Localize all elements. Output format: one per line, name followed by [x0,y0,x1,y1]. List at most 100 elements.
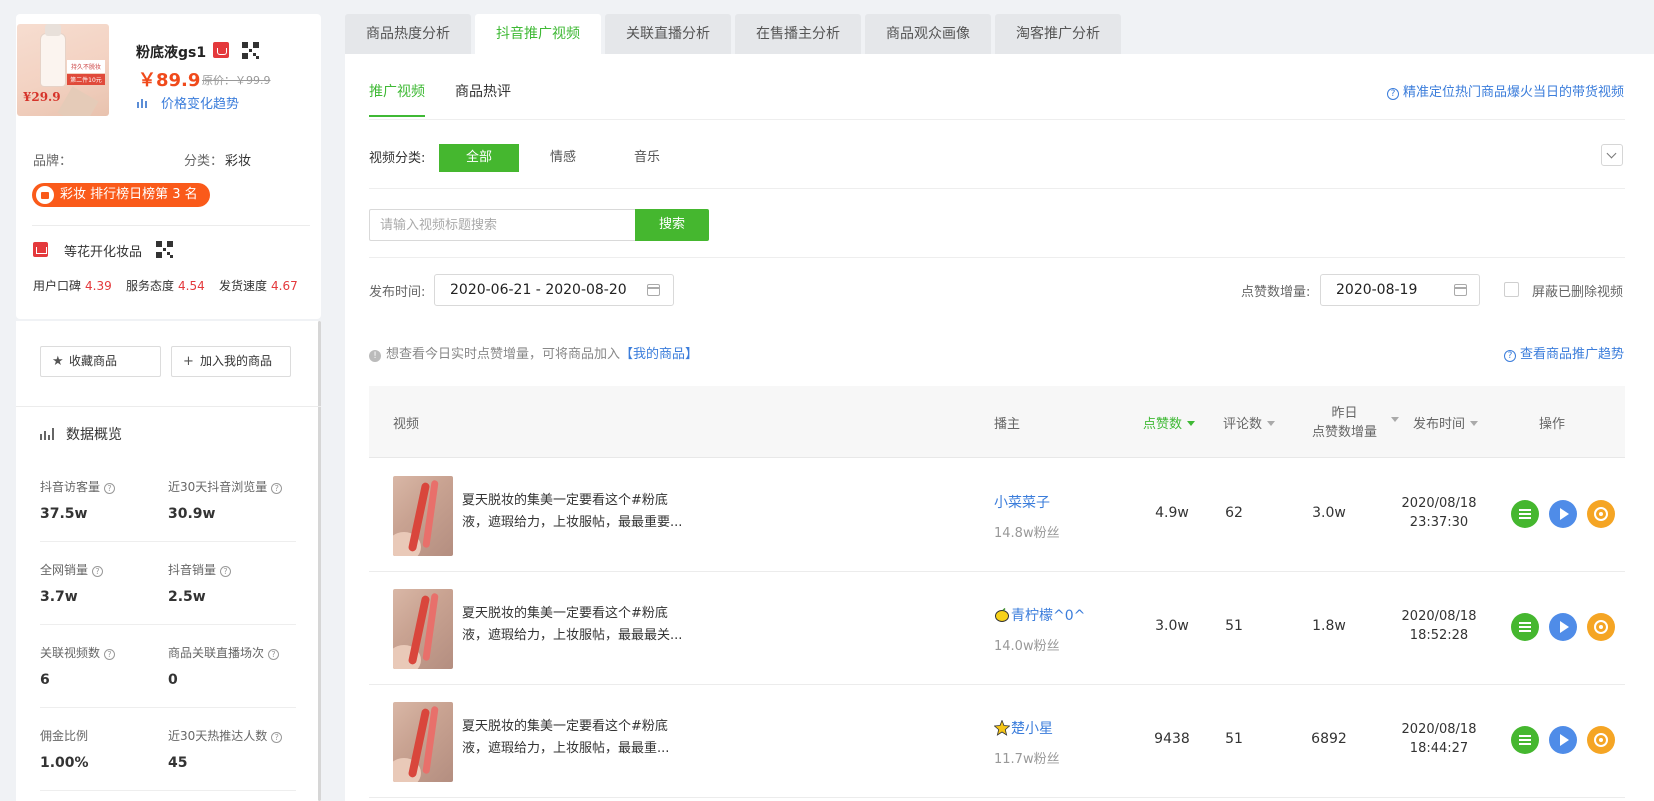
header-comments[interactable]: 评论数 [1223,413,1276,432]
tab-anchor-analysis[interactable]: 在售播主分析 [735,14,861,54]
likes-count: 9438 [1154,731,1190,747]
target-icon[interactable] [1587,613,1615,641]
help-icon[interactable]: ? [104,649,116,660]
video-thumbnail[interactable] [393,476,453,556]
divider [369,257,1625,258]
stat-value: 30.9w [168,506,216,522]
price-trend-link[interactable]: 价格变化趋势 [161,93,239,112]
tab-live-analysis[interactable]: 关联直播分析 [605,14,731,54]
store-name[interactable]: 等花开化妆品 [64,241,142,260]
hide-deleted-label[interactable]: 屏蔽已删除视频 [1532,281,1623,300]
thumb-badge-bottom: 第二件10元 [67,74,105,85]
video-title[interactable]: 夏天脱妆的集美一定要看这个#粉底 液，遮瑕给力，上妆服帖，最最重... [462,716,707,760]
likes-increment: 6892 [1311,731,1347,747]
shopping-bag-icon [36,186,54,204]
store-score-shipping: 发货速度 4.67 [219,279,298,293]
header-yesterday-likes-increment[interactable]: 昨日 点赞数增量 [1312,404,1377,442]
search-button[interactable]: 搜索 [635,209,709,241]
sort-down-icon[interactable] [1391,417,1399,422]
divider [16,406,321,407]
header-likes[interactable]: 点赞数 [1143,413,1196,432]
likes-date-picker[interactable]: 2020-08-19 [1320,274,1480,306]
subtab-hot-comments[interactable]: 商品热评 [455,81,511,101]
anchor-fans: 14.8w粉丝 [994,526,1060,541]
publish-date-range-picker[interactable]: 2020-06-21 - 2020-08-20 [434,274,674,306]
favorite-button[interactable]: ★ 收藏商品 [40,346,161,377]
stat-label: 关联视频数? [40,644,116,661]
header-publish-time[interactable]: 发布时间 [1413,413,1479,432]
stat-value: 2.5w [168,589,206,605]
rank-badge[interactable]: 彩妆 排行榜日榜第 3 名 [32,183,210,207]
divider [369,188,1625,189]
divider [369,119,1625,120]
table-row: 夏天脱妆的集美一定要看这个#粉底 液，遮瑕给力，上妆服帖，最最最关... 青柠檬^… [369,572,1625,685]
bar-chart-icon [137,96,149,108]
store-qr-code-icon[interactable] [156,241,173,258]
chip-all[interactable]: 全部 [439,144,519,172]
stat-label: 全网销量? [40,561,104,578]
detail-list-icon[interactable] [1511,613,1539,641]
sidebar-scrollbar[interactable] [318,321,321,801]
original-price: 原价：￥99.9 [202,74,271,87]
expand-filters-button[interactable] [1601,144,1623,166]
video-thumbnail[interactable] [393,702,453,782]
help-icon[interactable]: ? [271,732,283,743]
play-icon[interactable] [1549,726,1577,754]
my-products-link[interactable]: 【我的商品】 [620,347,698,362]
store-icon [33,242,48,257]
thumb-badge-top: 持久不脱妆 [67,60,105,73]
anchor-fans: 14.0w粉丝 [994,639,1060,654]
help-icon[interactable]: ? [220,566,232,577]
header-video: 视频 [393,417,420,432]
realtime-tip: ! 想查看今日实时点赞增量，可将商品加入【我的商品】 [369,343,698,362]
shop-icon[interactable] [213,42,229,58]
product-price: ￥89.9 [138,70,201,91]
divider [40,624,296,625]
subtab-promo-videos[interactable]: 推广视频 [369,81,425,101]
detail-list-icon[interactable] [1511,726,1539,754]
play-icon[interactable] [1549,613,1577,641]
chip-emotion[interactable]: 情感 [536,144,590,172]
thumb-price: ¥29.9 [23,90,61,104]
tab-douyin-videos[interactable]: 抖音推广视频 [475,14,601,54]
video-title[interactable]: 夏天脱妆的集美一定要看这个#粉底 液，遮瑕给力，上妆服帖，最最最关... [462,603,707,647]
hide-deleted-checkbox[interactable] [1504,282,1519,297]
table-header: 视频 播主 点赞数 评论数 昨日 点赞数增量 发布时间 操作 [369,386,1625,458]
help-icon[interactable]: ? [104,483,116,494]
help-icon[interactable]: ? [92,566,104,577]
qr-code-icon[interactable] [242,42,259,59]
star-icon: ★ [52,354,64,369]
play-icon[interactable] [1549,500,1577,528]
hot-video-help-link[interactable]: ? 精准定位热门商品爆火当日的带货视频 [1386,81,1624,100]
help-icon[interactable]: ? [271,483,283,494]
detail-list-icon[interactable] [1511,500,1539,528]
comments-count: 62 [1225,505,1243,521]
product-name: 粉底液gs1 [136,45,207,61]
video-search-input[interactable] [369,209,636,241]
add-my-product-button[interactable]: + 加入我的商品 [171,346,291,377]
likes-count: 3.0w [1155,618,1189,634]
divider [32,225,310,226]
anchor-name[interactable]: 小菜菜子 [994,492,1050,512]
video-category-label: 视频分类: [369,151,426,166]
swatch-illustration [57,86,99,116]
tab-taoke-analysis[interactable]: 淘客推广分析 [995,14,1121,54]
anchor-name[interactable]: 楚小星 [994,718,1053,738]
anchor-name[interactable]: 青柠檬^0^ [994,605,1085,625]
video-thumbnail[interactable] [393,589,453,669]
chip-music[interactable]: 音乐 [620,144,674,172]
product-thumbnail[interactable]: 持久不脱妆 第二件10元 ¥29.9 [17,24,109,116]
promo-trend-link[interactable]: ? 查看商品推广趋势 [1503,343,1624,362]
help-icon: ? [1386,88,1399,100]
help-icon[interactable]: ? [268,649,280,660]
video-title[interactable]: 夏天脱妆的集美一定要看这个#粉底 液，遮瑕给力，上妆服帖，最最重要... [462,490,707,534]
target-icon[interactable] [1587,726,1615,754]
store-score-reputation: 用户口碑 4.39 [33,279,112,293]
analysis-tabs: 商品热度分析 抖音推广视频 关联直播分析 在售播主分析 商品观众画像 淘客推广分… [345,14,1125,54]
stat-label: 抖音销量? [168,561,232,578]
tab-audience-profile[interactable]: 商品观众画像 [865,14,991,54]
target-icon[interactable] [1587,500,1615,528]
brand-label: 品牌： [33,154,73,169]
tab-heat-analysis[interactable]: 商品热度分析 [345,14,471,54]
category-value: 彩妆 [225,154,252,169]
